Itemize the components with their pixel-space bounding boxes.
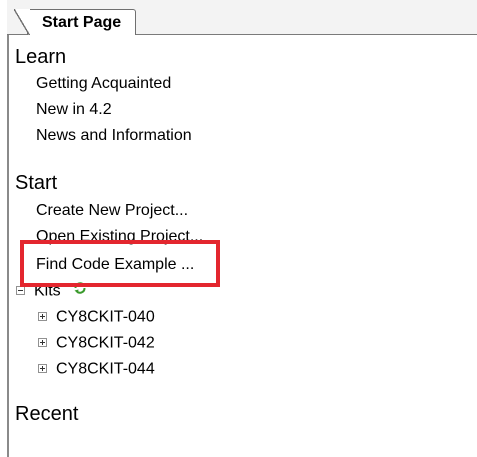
link-find-code-example[interactable]: Find Code Example ... [36,256,194,274]
start-page-content [7,35,477,457]
recent-heading: Recent [15,403,79,425]
kits-tree-node[interactable]: Kits [16,281,87,301]
kit-item-label: CY8CKIT-042 [56,334,155,352]
expand-icon[interactable] [38,311,47,321]
tab-start-page-label: Start Page [42,14,122,31]
tab-start-page[interactable]: Start Page [14,9,136,36]
expand-icon[interactable] [38,363,47,373]
link-create-new-project[interactable]: Create New Project... [36,202,188,220]
refresh-icon[interactable] [73,280,87,299]
collapse-icon[interactable] [16,285,25,295]
link-news-and-information[interactable]: News and Information [36,127,192,145]
start-heading: Start [15,172,58,194]
kit-item-cy8ckit-042[interactable]: CY8CKIT-042 [38,333,155,353]
link-new-in-4-2[interactable]: New in 4.2 [36,101,112,119]
learn-heading: Learn [15,46,67,68]
kit-item-cy8ckit-044[interactable]: CY8CKIT-044 [38,359,155,379]
kit-item-cy8ckit-040[interactable]: CY8CKIT-040 [38,307,155,327]
expand-icon[interactable] [38,337,47,347]
kits-label: Kits [34,282,61,300]
kit-item-label: CY8CKIT-044 [56,360,155,378]
start-page-screen: Start Page Learn Getting Acquainted New … [0,0,477,457]
link-getting-acquainted[interactable]: Getting Acquainted [36,75,171,93]
link-open-existing-project[interactable]: Open Existing Project... [36,228,203,246]
pane-left-border [7,35,9,457]
kit-item-label: CY8CKIT-040 [56,308,155,326]
